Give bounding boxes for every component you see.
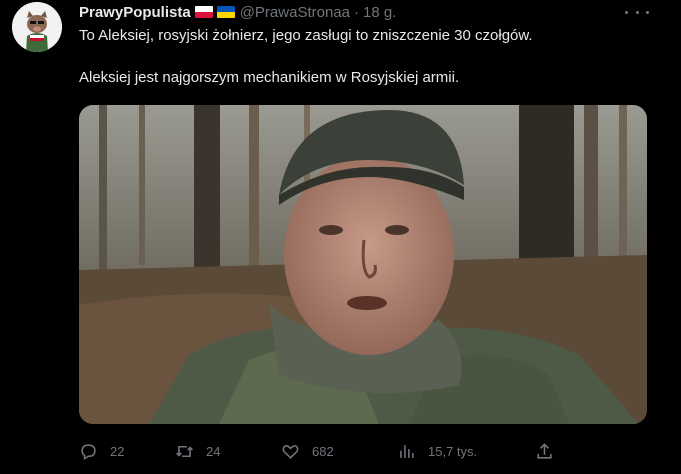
reply-icon xyxy=(81,443,96,460)
tweet: PrawyPopulista @PrawaStronaa · 18 g. To … xyxy=(0,0,681,474)
video-frame xyxy=(79,105,647,424)
share-button[interactable] xyxy=(535,440,554,462)
tweet-header: PrawyPopulista @PrawaStronaa · 18 g. xyxy=(79,3,396,21)
more-icon[interactable] xyxy=(625,2,649,22)
tweet-text-line-1: To Aleksiej, rosyjski żołnierz, jego zas… xyxy=(79,27,533,44)
retweet-icon xyxy=(176,445,193,457)
ukraine-flag-icon xyxy=(216,6,235,18)
separator: · xyxy=(353,3,359,21)
share-icon xyxy=(537,442,552,459)
views-icon xyxy=(400,444,414,458)
like-button[interactable]: 682 xyxy=(281,440,334,462)
poland-flag-icon xyxy=(194,6,213,18)
author-handle[interactable]: @PrawaStronaa xyxy=(240,4,350,21)
avatar[interactable] xyxy=(12,2,62,52)
tweet-actions: 22 24 682 15,7 tys. xyxy=(79,440,569,462)
views-count: 15,7 tys. xyxy=(428,443,478,459)
like-icon xyxy=(282,444,299,459)
author-name[interactable]: PrawyPopulista xyxy=(79,4,191,21)
like-count: 682 xyxy=(312,443,334,459)
avatar-image xyxy=(12,2,62,52)
retweet-button[interactable]: 24 xyxy=(175,440,220,462)
reply-count: 22 xyxy=(110,443,125,459)
reply-button[interactable]: 22 xyxy=(79,440,124,462)
retweet-count: 24 xyxy=(206,443,221,459)
views-button[interactable]: 15,7 tys. xyxy=(397,440,477,462)
video-player[interactable] xyxy=(79,105,647,424)
timestamp[interactable]: 18 g. xyxy=(363,4,396,21)
tweet-text-line-2: Aleksiej jest najgorszym mechanikiem w R… xyxy=(79,69,460,86)
